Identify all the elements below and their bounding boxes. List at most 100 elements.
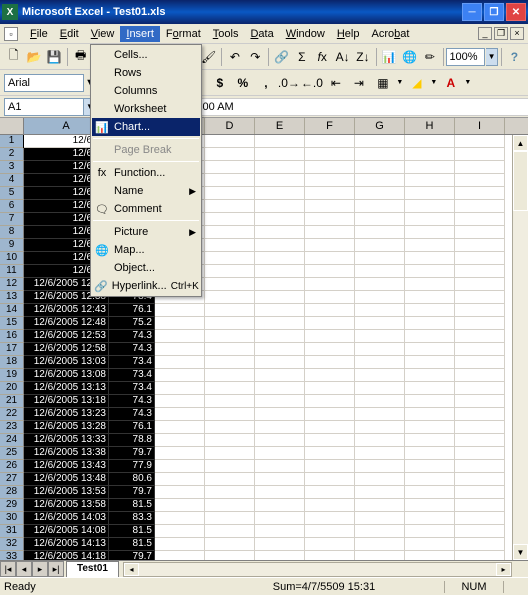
- cell[interactable]: 12/6/2005 13:48: [24, 473, 109, 486]
- cell[interactable]: [455, 551, 505, 560]
- cell[interactable]: 12/6/2005 14:08: [24, 525, 109, 538]
- open-button[interactable]: 📂: [24, 46, 43, 68]
- row-header[interactable]: 32: [0, 538, 24, 551]
- cell[interactable]: [205, 447, 255, 460]
- cell[interactable]: [155, 343, 205, 356]
- cell[interactable]: [455, 499, 505, 512]
- row-header[interactable]: 24: [0, 434, 24, 447]
- cell[interactable]: [305, 486, 355, 499]
- cell[interactable]: [255, 187, 305, 200]
- cell[interactable]: [355, 278, 405, 291]
- cell[interactable]: [305, 343, 355, 356]
- cell[interactable]: 12/6/2005 13:38: [24, 447, 109, 460]
- cell[interactable]: [255, 200, 305, 213]
- hyperlink-button[interactable]: 🔗: [272, 46, 291, 68]
- cell[interactable]: [405, 239, 455, 252]
- row-header[interactable]: 13: [0, 291, 24, 304]
- decrease-indent-button[interactable]: ⇤: [325, 72, 347, 94]
- col-header-F[interactable]: F: [305, 118, 355, 134]
- help-button[interactable]: ?: [505, 46, 524, 68]
- maximize-button[interactable]: ❐: [484, 3, 504, 21]
- cell[interactable]: 74.3: [109, 395, 155, 408]
- cell[interactable]: [355, 499, 405, 512]
- cell[interactable]: 78.8: [109, 434, 155, 447]
- cell[interactable]: [355, 395, 405, 408]
- mdi-control-icon[interactable]: ▫: [4, 27, 18, 41]
- cell[interactable]: [155, 499, 205, 512]
- cell[interactable]: [405, 434, 455, 447]
- cell[interactable]: [155, 473, 205, 486]
- cell[interactable]: [455, 239, 505, 252]
- tab-first-button[interactable]: |◂: [0, 561, 16, 577]
- sort-desc-button[interactable]: Z↓: [353, 46, 372, 68]
- cell[interactable]: 12/6/2005 13:03: [24, 356, 109, 369]
- cell[interactable]: [355, 187, 405, 200]
- menu-item-columns[interactable]: Columns: [92, 82, 200, 100]
- row-header[interactable]: 23: [0, 421, 24, 434]
- cell[interactable]: [355, 226, 405, 239]
- font-color-button[interactable]: A: [440, 72, 462, 94]
- cell[interactable]: 77.9: [109, 460, 155, 473]
- cell[interactable]: [155, 525, 205, 538]
- cell[interactable]: 12/6/2005 13:08: [24, 369, 109, 382]
- cell[interactable]: [405, 213, 455, 226]
- menu-view[interactable]: View: [85, 26, 121, 42]
- fill-color-arrow[interactable]: ▼: [429, 79, 439, 86]
- cell[interactable]: [455, 317, 505, 330]
- cell[interactable]: [205, 317, 255, 330]
- col-header-G[interactable]: G: [355, 118, 405, 134]
- cell[interactable]: [405, 161, 455, 174]
- cell[interactable]: [305, 421, 355, 434]
- cell[interactable]: 12/6/2005 13:43: [24, 460, 109, 473]
- cell[interactable]: [355, 213, 405, 226]
- cell[interactable]: 12/6/2005 12:48: [24, 317, 109, 330]
- cell[interactable]: [455, 356, 505, 369]
- print-button[interactable]: 🖶: [71, 46, 90, 68]
- menu-file[interactable]: File: [24, 26, 54, 42]
- autosum-button[interactable]: Σ: [292, 46, 311, 68]
- cell[interactable]: [255, 421, 305, 434]
- minimize-button[interactable]: ─: [462, 3, 482, 21]
- cell[interactable]: [255, 174, 305, 187]
- row-header[interactable]: 19: [0, 369, 24, 382]
- new-button[interactable]: 🗋: [4, 46, 23, 68]
- undo-button[interactable]: ↶: [225, 46, 244, 68]
- fill-color-button[interactable]: ◢: [406, 72, 428, 94]
- cell[interactable]: [405, 473, 455, 486]
- cell[interactable]: 12/6/2005 13:53: [24, 486, 109, 499]
- row-header[interactable]: 8: [0, 226, 24, 239]
- cell[interactable]: [305, 278, 355, 291]
- cell[interactable]: [155, 538, 205, 551]
- menu-item-object[interactable]: Object...: [92, 259, 200, 277]
- borders-button[interactable]: ▦: [372, 72, 394, 94]
- cell[interactable]: [205, 161, 255, 174]
- cell[interactable]: [255, 408, 305, 421]
- menu-edit[interactable]: Edit: [54, 26, 85, 42]
- cell[interactable]: [205, 330, 255, 343]
- sort-asc-button[interactable]: A↓: [333, 46, 352, 68]
- cell[interactable]: [355, 551, 405, 560]
- row-header[interactable]: 20: [0, 382, 24, 395]
- cell[interactable]: [305, 551, 355, 560]
- cell[interactable]: [405, 252, 455, 265]
- cell[interactable]: [405, 421, 455, 434]
- cell[interactable]: [355, 473, 405, 486]
- row-header[interactable]: 14: [0, 304, 24, 317]
- cell[interactable]: 80.6: [109, 473, 155, 486]
- cell[interactable]: [205, 512, 255, 525]
- cell[interactable]: [405, 395, 455, 408]
- cell[interactable]: [305, 525, 355, 538]
- cell[interactable]: [305, 330, 355, 343]
- cell[interactable]: [205, 187, 255, 200]
- row-header[interactable]: 27: [0, 473, 24, 486]
- cell[interactable]: [455, 278, 505, 291]
- cell[interactable]: [455, 473, 505, 486]
- cell[interactable]: [205, 200, 255, 213]
- mdi-close-button[interactable]: ×: [510, 27, 524, 40]
- cell[interactable]: [355, 343, 405, 356]
- cell[interactable]: 12/6/2005 14:13: [24, 538, 109, 551]
- cell[interactable]: [455, 187, 505, 200]
- cell[interactable]: 76.1: [109, 304, 155, 317]
- cell[interactable]: [205, 291, 255, 304]
- cell[interactable]: [305, 252, 355, 265]
